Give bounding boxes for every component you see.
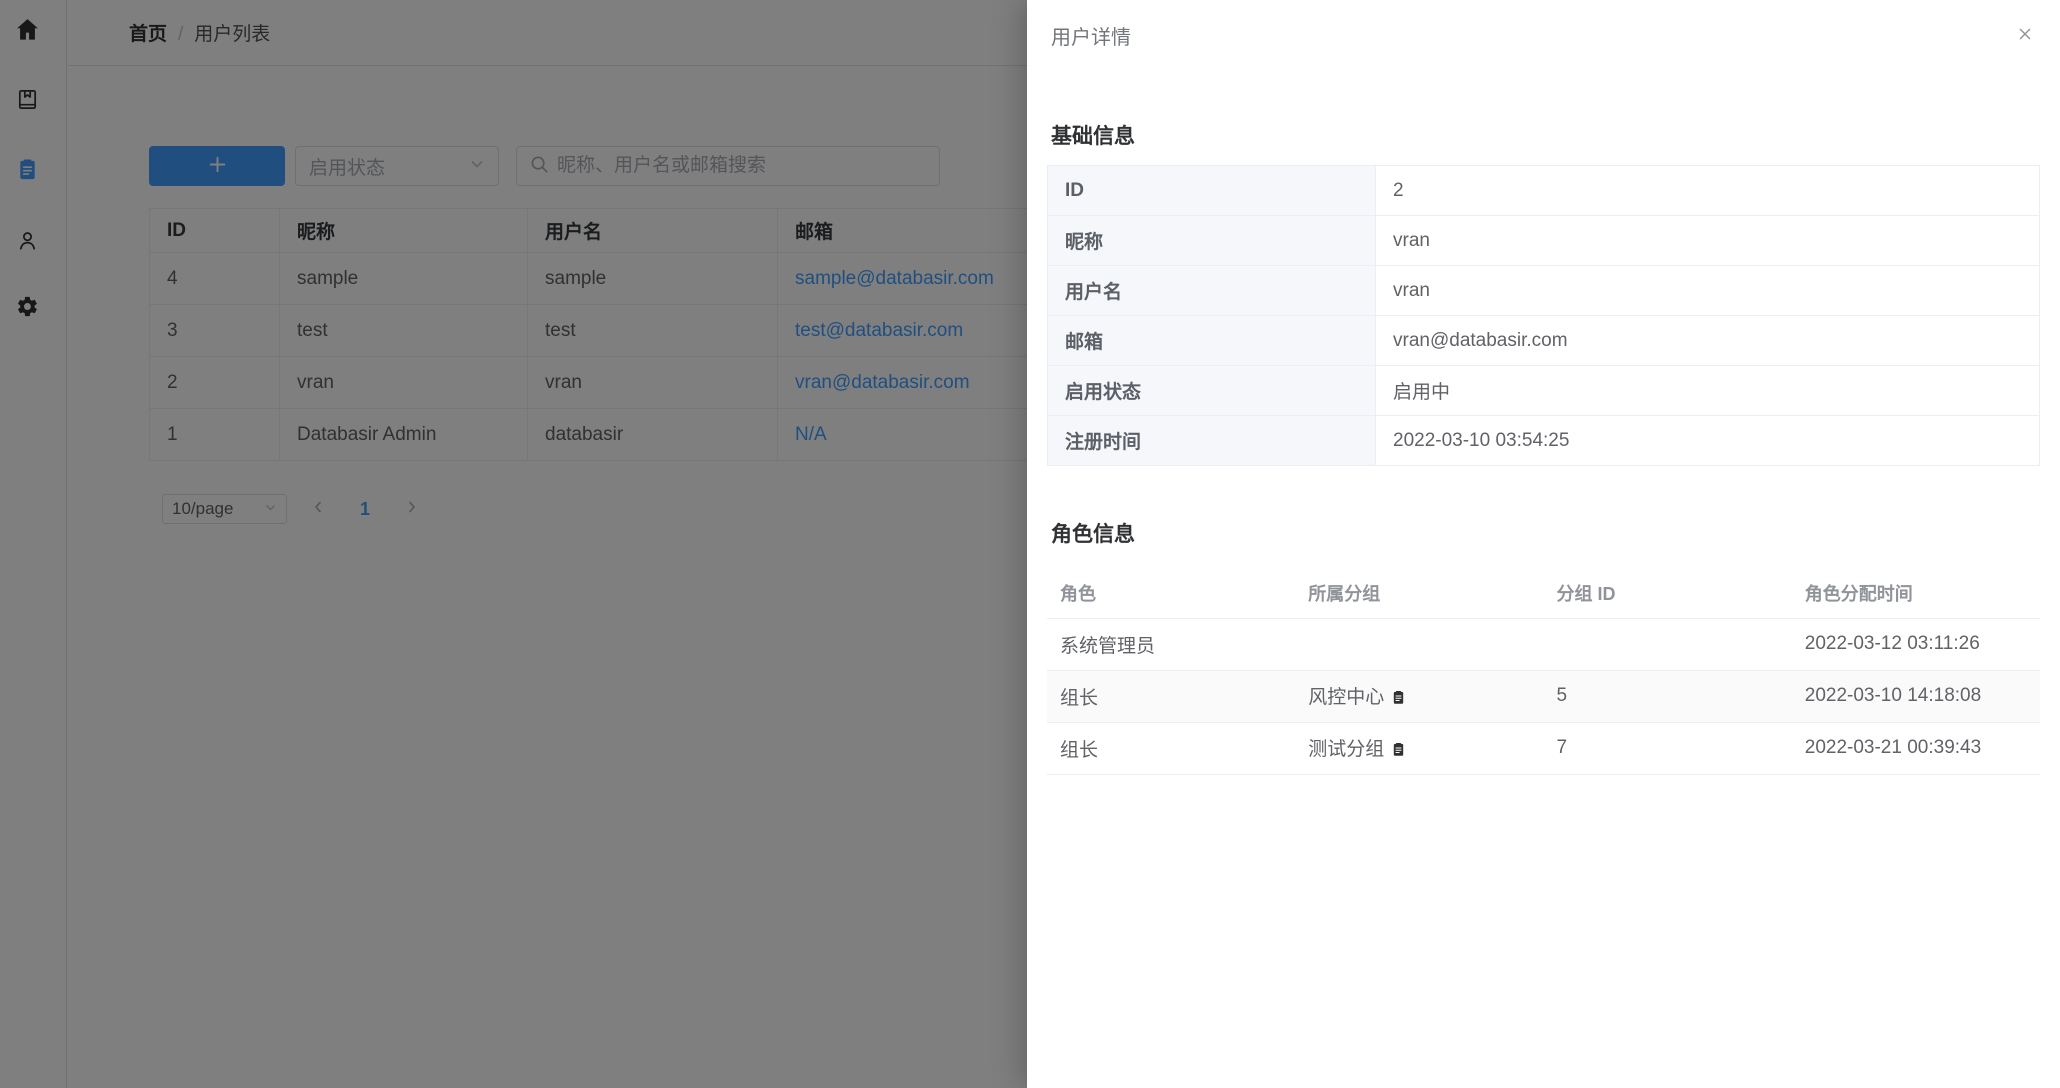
desc-value: 启用中 (1376, 366, 2040, 416)
desc-row: 昵称 vran (1048, 216, 2040, 266)
desc-value: 2 (1376, 166, 2040, 216)
role-row: 组长 测试分组 7 2022-03-21 00:39:43 (1047, 722, 2040, 774)
desc-value: vran@databasir.com (1376, 316, 2040, 366)
basic-info-heading: 基础信息 (1051, 120, 2040, 150)
drawer-body: 基础信息 ID 2 昵称 vran 用户名 vran (1027, 120, 2060, 775)
drawer-header: 用户详情 (1027, 0, 2060, 48)
column-header-group: 所属分组 (1295, 568, 1543, 618)
desc-value: vran (1376, 266, 2040, 316)
desc-label: 启用状态 (1048, 366, 1376, 416)
cell-group: 风控中心 (1295, 670, 1543, 722)
group-doc-icon[interactable] (1391, 689, 1406, 711)
cell-assigned-time: 2022-03-10 14:18:08 (1792, 670, 2040, 722)
desc-row: 用户名 vran (1048, 266, 2040, 316)
desc-row: ID 2 (1048, 166, 2040, 216)
group-name: 风控中心 (1308, 687, 1384, 708)
column-header-group-id: 分组 ID (1544, 568, 1792, 618)
column-header-role: 角色 (1047, 568, 1295, 618)
app-window: 首页/用户列表 启用状态 ID 昵称 用户名 (0, 0, 2060, 1088)
cell-group: 测试分组 (1295, 722, 1543, 774)
desc-label: 昵称 (1048, 216, 1376, 266)
drawer-title: 用户详情 (1051, 21, 1131, 50)
desc-row: 邮箱 vran@databasir.com (1048, 316, 2040, 366)
cell-role: 系统管理员 (1047, 618, 1295, 670)
user-detail-drawer: 用户详情 基础信息 ID 2 昵称 vran 用户名 (1027, 0, 2060, 1088)
cell-assigned-time: 2022-03-21 00:39:43 (1792, 722, 2040, 774)
cell-role: 组长 (1047, 722, 1295, 774)
role-info-heading: 角色信息 (1051, 518, 2040, 548)
cell-group-id (1544, 618, 1792, 670)
close-icon (2015, 24, 2035, 47)
desc-row: 启用状态 启用中 (1048, 366, 2040, 416)
column-header-assigned-time: 角色分配时间 (1792, 568, 2040, 618)
role-table-header-row: 角色 所属分组 分组 ID 角色分配时间 (1047, 568, 2040, 618)
role-row: 组长 风控中心 5 2022-03-10 14:18:08 (1047, 670, 2040, 722)
cell-role: 组长 (1047, 670, 1295, 722)
desc-value: 2022-03-10 03:54:25 (1376, 416, 2040, 466)
role-info-table: 角色 所属分组 分组 ID 角色分配时间 系统管理员 2022-03-12 03… (1047, 568, 2040, 775)
desc-label: 用户名 (1048, 266, 1376, 316)
desc-row: 注册时间 2022-03-10 03:54:25 (1048, 416, 2040, 466)
desc-value: vran (1376, 216, 2040, 266)
group-name: 测试分组 (1308, 739, 1384, 760)
group-doc-icon[interactable] (1391, 741, 1406, 763)
basic-info-table: ID 2 昵称 vran 用户名 vran 邮箱 vran@databasir.… (1047, 165, 2040, 466)
role-row: 系统管理员 2022-03-12 03:11:26 (1047, 618, 2040, 670)
close-button[interactable] (2014, 24, 2036, 46)
desc-label: 邮箱 (1048, 316, 1376, 366)
cell-group-id: 5 (1544, 670, 1792, 722)
cell-group-id: 7 (1544, 722, 1792, 774)
desc-label: ID (1048, 166, 1376, 216)
cell-assigned-time: 2022-03-12 03:11:26 (1792, 618, 2040, 670)
desc-label: 注册时间 (1048, 416, 1376, 466)
cell-group (1295, 618, 1543, 670)
